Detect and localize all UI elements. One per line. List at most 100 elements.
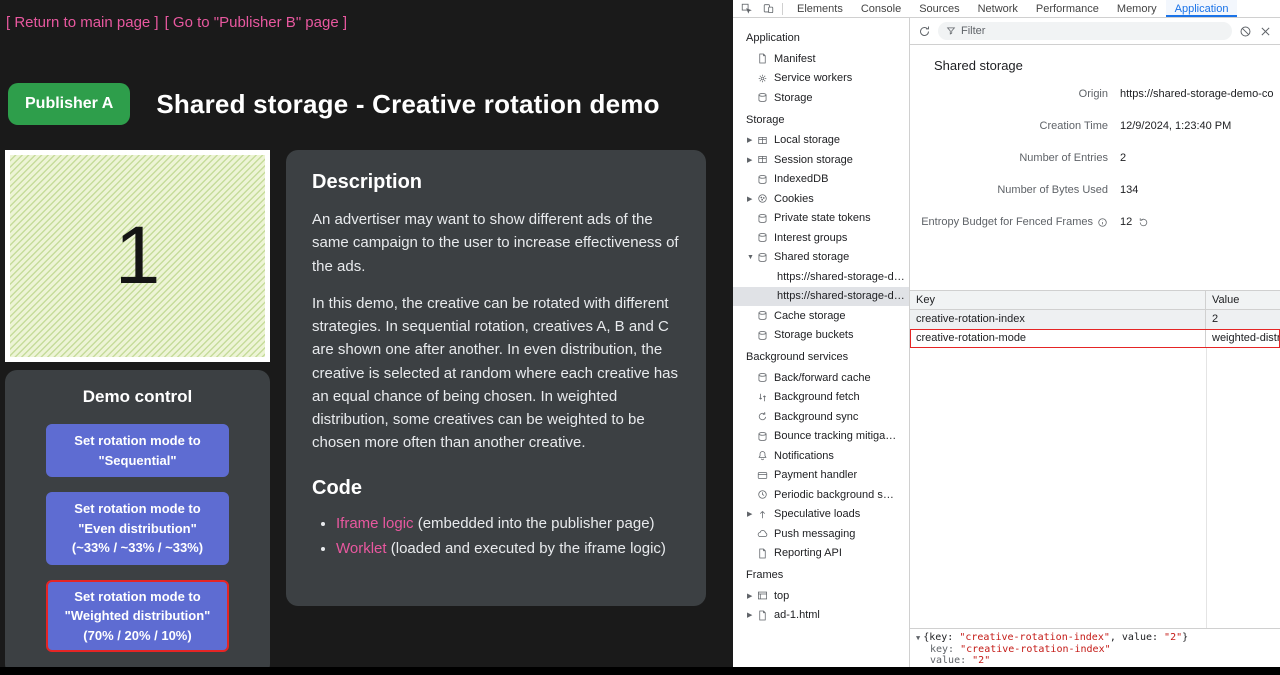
fetch-icon xyxy=(757,392,768,403)
rotation-mode-button-2[interactable]: Set rotation mode to"Even distribution"(… xyxy=(46,492,229,565)
preview-token: key: xyxy=(930,644,960,655)
metadata-value: 134 xyxy=(1120,184,1280,196)
sidebar-item-label: IndexedDB xyxy=(774,173,828,185)
entry-key: creative-rotation-mode xyxy=(910,329,1206,348)
clear-storage-icon[interactable] xyxy=(1239,25,1252,38)
expander-icon[interactable]: ▼ xyxy=(747,254,757,261)
expander-icon[interactable]: ▶ xyxy=(747,611,757,619)
storage-entry-creative-rotation-mode[interactable]: creative-rotation-modeweighted-distribut… xyxy=(910,329,1280,348)
ad-creative-frame[interactable]: 1 xyxy=(5,150,270,362)
metadata-label: Number of Bytes Used xyxy=(910,184,1108,196)
sidebar-item-service-workers[interactable]: Service workers xyxy=(733,69,909,89)
sidebar-item-storage-buckets[interactable]: Storage buckets xyxy=(733,326,909,346)
sidebar-item-background-sync[interactable]: Background sync xyxy=(733,407,909,427)
sidebar-item-push-messaging[interactable]: Push messaging xyxy=(733,524,909,544)
code-item-text: (embedded into the publisher page) xyxy=(414,515,655,532)
device-toolbar-icon[interactable] xyxy=(759,2,777,16)
sidebar-item-reporting-api[interactable]: Reporting API xyxy=(733,544,909,564)
tab-memory[interactable]: Memory xyxy=(1108,0,1166,17)
sidebar-item-local-storage[interactable]: ▶ Local storage xyxy=(733,131,909,151)
button-label-line: Set rotation mode to xyxy=(52,587,223,607)
preview-line-3: value: "2" xyxy=(916,655,1274,666)
sidebar-item-interest-groups[interactable]: Interest groups xyxy=(733,228,909,248)
top-link-2[interactable]: [ Go to "Publisher B" page ] xyxy=(165,14,347,31)
expander-icon[interactable]: ▼ xyxy=(916,634,920,642)
table-header-row: Key Value xyxy=(910,291,1280,310)
column-header-value[interactable]: Value xyxy=(1206,291,1280,309)
sidebar-item-label: Cache storage xyxy=(774,310,846,322)
sidebar-item-periodic-background-s[interactable]: Periodic background s… xyxy=(733,485,909,505)
worklet-link[interactable]: Worklet xyxy=(336,540,387,557)
sidebar-item-label: Local storage xyxy=(774,134,840,146)
shared-storage-title: Shared storage xyxy=(934,58,1280,74)
cloud-icon xyxy=(757,528,768,539)
tab-elements[interactable]: Elements xyxy=(788,0,852,17)
expander-icon[interactable]: ▶ xyxy=(747,136,757,144)
top-link-1[interactable]: [ Return to main page ] xyxy=(6,14,159,31)
inspect-element-icon[interactable] xyxy=(737,2,755,16)
reset-icon[interactable] xyxy=(1138,217,1149,228)
doc-icon xyxy=(757,548,768,559)
expander-icon[interactable]: ▶ xyxy=(747,195,757,203)
sidebar-item-manifest[interactable]: Manifest xyxy=(733,49,909,69)
sidebar-item-https-shared-storage-d[interactable]: https://shared-storage-d… xyxy=(733,267,909,287)
sidebar-item-label: Speculative loads xyxy=(774,508,860,520)
sidebar-item-cookies[interactable]: ▶Cookies xyxy=(733,189,909,209)
description-heading: Description xyxy=(312,171,680,194)
sidebar-item-storage[interactable]: Storage xyxy=(733,88,909,108)
devtools-sidebar: ApplicationManifestService workersStorag… xyxy=(733,18,910,667)
tabbar-divider xyxy=(782,3,783,15)
metadata-value-text: 12/9/2024, 1:23:40 PM xyxy=(1120,120,1231,132)
sidebar-item-label: Payment handler xyxy=(774,469,857,481)
value-preview-pane: ▼{key: "creative-rotation-index", value:… xyxy=(910,628,1280,667)
filter-box[interactable] xyxy=(938,22,1232,40)
spec-icon xyxy=(757,509,768,520)
delete-entry-icon[interactable] xyxy=(1259,25,1272,38)
sidebar-item-ad-1-html[interactable]: ▶ad-1.html xyxy=(733,606,909,626)
grid-icon xyxy=(757,135,768,146)
info-icon[interactable] xyxy=(1097,217,1108,228)
sidebar-item-notifications[interactable]: Notifications xyxy=(733,446,909,466)
tab-network[interactable]: Network xyxy=(969,0,1027,17)
iframe-logic-link[interactable]: Iframe logic xyxy=(336,515,414,532)
sidebar-item-cache-storage[interactable]: Cache storage xyxy=(733,306,909,326)
sidebar-item-payment-handler[interactable]: Payment handler xyxy=(733,466,909,486)
rotation-mode-button-1[interactable]: Set rotation mode to"Sequential" xyxy=(46,424,229,477)
sidebar-section-storage: Storage xyxy=(733,108,909,131)
expander-icon[interactable]: ▶ xyxy=(747,510,757,518)
sidebar-item-indexeddb[interactable]: IndexedDB xyxy=(733,170,909,190)
devtools-main: Shared storage Originhttps://shared-stor… xyxy=(910,18,1280,667)
sidebar-item-private-state-tokens[interactable]: Private state tokens xyxy=(733,209,909,229)
sidebar-section-frames: Frames xyxy=(733,563,909,586)
preview-line-1: ▼{key: "creative-rotation-index", value:… xyxy=(916,632,1274,644)
sidebar-item-top[interactable]: ▶ top xyxy=(733,586,909,606)
sidebar-item-background-fetch[interactable]: Background fetch xyxy=(733,388,909,408)
db-icon xyxy=(757,232,768,243)
db-icon xyxy=(757,310,768,321)
metadata-label: Entropy Budget for Fenced Frames xyxy=(910,216,1108,228)
refresh-icon[interactable] xyxy=(918,25,931,38)
sidebar-item-label: Manifest xyxy=(774,53,816,65)
tab-console[interactable]: Console xyxy=(852,0,910,17)
storage-entry-creative-rotation-index[interactable]: creative-rotation-index2 xyxy=(910,310,1280,329)
sidebar-item-session-storage[interactable]: ▶Session storage xyxy=(733,150,909,170)
preview-token: } xyxy=(1182,632,1188,643)
preview-token: "creative-rotation-index" xyxy=(960,644,1111,655)
sidebar-item-speculative-loads[interactable]: ▶ Speculative loads xyxy=(733,505,909,525)
sidebar-item-bounce-tracking-mitiga[interactable]: Bounce tracking mitiga… xyxy=(733,427,909,447)
expander-icon[interactable]: ▶ xyxy=(747,592,757,600)
clock-icon xyxy=(757,489,768,500)
rotation-mode-button-3[interactable]: Set rotation mode to"Weighted distributi… xyxy=(46,580,229,653)
expander-icon[interactable]: ▶ xyxy=(747,156,757,164)
sidebar-item-label: top xyxy=(774,590,789,602)
sidebar-item-label: Bounce tracking mitiga… xyxy=(774,430,896,442)
column-header-key[interactable]: Key xyxy=(910,291,1206,309)
sidebar-item-shared-storage[interactable]: ▼Shared storage xyxy=(733,248,909,268)
tab-sources[interactable]: Sources xyxy=(910,0,968,17)
tab-application[interactable]: Application xyxy=(1166,0,1238,17)
preview-token: "2" xyxy=(1164,632,1182,643)
filter-input[interactable] xyxy=(961,25,1224,37)
sidebar-item-back-forward-cache[interactable]: Back/forward cache xyxy=(733,368,909,388)
sidebar-item-https-shared-storage-d[interactable]: https://shared-storage-d… xyxy=(733,287,909,307)
tab-performance[interactable]: Performance xyxy=(1027,0,1108,17)
